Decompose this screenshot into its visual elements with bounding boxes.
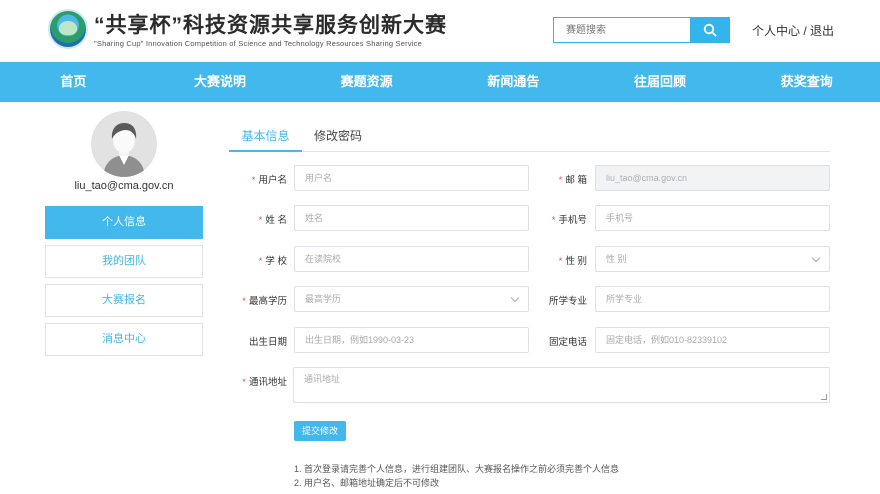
required-mark: * bbox=[558, 256, 563, 267]
form-notes: 1. 首次登录请完善个人信息，进行组建团队、大赛报名操作之前必须完善个人信息 2… bbox=[294, 462, 619, 490]
username-label-text: 用户名 bbox=[258, 175, 287, 186]
main-nav: 首页 大赛说明 赛题资源 新闻通告 往届回顾 获奖查询 bbox=[0, 62, 880, 102]
phone-label-text: 手机号 bbox=[558, 215, 587, 226]
profile-tabs: 基本信息 修改密码 bbox=[229, 125, 830, 152]
note-item: 2. 用户名、邮箱地址确定后不可修改 bbox=[294, 478, 440, 488]
required-mark: * bbox=[558, 175, 563, 186]
degree-label-text: 最高学历 bbox=[248, 296, 287, 307]
birth-date-field[interactable]: 出生日期，例如1990-03-23 bbox=[294, 327, 529, 353]
sidebar-item-registration[interactable]: 大赛报名 bbox=[45, 284, 203, 317]
school-label: * 学 校 bbox=[229, 253, 287, 267]
resize-handle-icon[interactable] bbox=[821, 394, 827, 400]
required-mark: * bbox=[258, 256, 263, 267]
required-mark: * bbox=[242, 296, 246, 307]
nav-item-home[interactable]: 首页 bbox=[0, 62, 147, 102]
address-textarea[interactable]: 通讯地址 bbox=[293, 367, 830, 403]
link-separator: / bbox=[800, 24, 811, 38]
required-mark: * bbox=[258, 215, 263, 226]
name-field[interactable]: 姓名 bbox=[294, 205, 529, 231]
required-mark: * bbox=[551, 215, 556, 226]
nav-item-awards[interactable]: 获奖查询 bbox=[733, 62, 880, 102]
email-field: liu_tao@cma.gov.cn bbox=[595, 165, 830, 191]
email-label: * 邮 箱 bbox=[529, 172, 587, 186]
username-label: * 用户名 bbox=[229, 172, 287, 186]
logo-emblem bbox=[59, 21, 77, 35]
landline-field[interactable]: 固定电话，例如010-82339102 bbox=[595, 327, 830, 353]
search-button[interactable] bbox=[690, 17, 730, 43]
required-mark: * bbox=[242, 377, 246, 388]
major-field[interactable]: 所学专业 bbox=[595, 286, 830, 312]
note-item: 1. 首次登录请完善个人信息，进行组建团队、大赛报名操作之前必须完善个人信息 bbox=[294, 464, 620, 474]
tab-change-password[interactable]: 修改密码 bbox=[314, 125, 362, 152]
nav-item-rules[interactable]: 大赛说明 bbox=[147, 62, 294, 102]
side-menu: 个人信息 我的团队 大赛报名 消息中心 bbox=[45, 206, 203, 362]
birth-label: 出生日期 bbox=[248, 337, 287, 348]
user-avatar-icon bbox=[103, 123, 145, 177]
address-label: * 通讯地址 bbox=[229, 374, 287, 388]
site-header: “共享杯”科技资源共享服务创新大赛 "Sharing Cup" Innovati… bbox=[0, 0, 880, 62]
phone-label: * 手机号 bbox=[529, 212, 587, 226]
user-email: liu_tao@cma.gov.cn bbox=[74, 180, 174, 192]
sidebar-item-profile[interactable]: 个人信息 bbox=[45, 206, 203, 239]
phone-field[interactable]: 手机号 bbox=[595, 205, 830, 231]
nav-item-news[interactable]: 新闻通告 bbox=[440, 62, 587, 102]
site-title: “共享杯”科技资源共享服务创新大赛 bbox=[94, 14, 447, 37]
tab-basic-info[interactable]: 基本信息 bbox=[229, 125, 302, 152]
avatar[interactable] bbox=[91, 111, 157, 177]
degree-select[interactable]: 最高学历 bbox=[294, 286, 529, 312]
name-label-text: 姓 名 bbox=[265, 215, 287, 226]
nav-item-resources[interactable]: 赛题资源 bbox=[293, 62, 440, 102]
school-label-text: 学 校 bbox=[265, 256, 287, 267]
school-field[interactable]: 在读院校 bbox=[294, 246, 529, 272]
email-label-text: 邮 箱 bbox=[565, 175, 587, 186]
degree-label: * 最高学历 bbox=[229, 293, 287, 307]
address-placeholder: 通讯地址 bbox=[304, 374, 341, 384]
search-input[interactable] bbox=[553, 17, 691, 43]
user-center-link[interactable]: 个人中心 bbox=[752, 24, 800, 38]
site-subtitle: "Sharing Cup" Innovation Competition of … bbox=[94, 39, 422, 48]
nav-item-review[interactable]: 往届回顾 bbox=[587, 62, 734, 102]
major-label: 所学专业 bbox=[548, 296, 587, 307]
sidebar-item-team[interactable]: 我的团队 bbox=[45, 245, 203, 278]
gender-label: * 性 别 bbox=[529, 253, 587, 267]
logout-link[interactable]: 退出 bbox=[810, 24, 834, 38]
submit-button[interactable]: 提交修改 bbox=[294, 421, 346, 441]
gender-label-text: 性 别 bbox=[565, 256, 587, 267]
gender-select[interactable]: 性 别 bbox=[595, 246, 830, 272]
user-links: 个人中心 / 退出 bbox=[752, 22, 834, 39]
name-label: * 姓 名 bbox=[229, 212, 287, 226]
site-logo[interactable] bbox=[48, 9, 88, 49]
username-field[interactable]: 用户名 bbox=[294, 165, 529, 191]
search-icon bbox=[703, 23, 717, 37]
tel-label: 固定电话 bbox=[548, 337, 587, 348]
address-label-text: 通讯地址 bbox=[248, 377, 287, 388]
sidebar-item-messages[interactable]: 消息中心 bbox=[45, 323, 203, 356]
required-mark: * bbox=[251, 175, 256, 186]
